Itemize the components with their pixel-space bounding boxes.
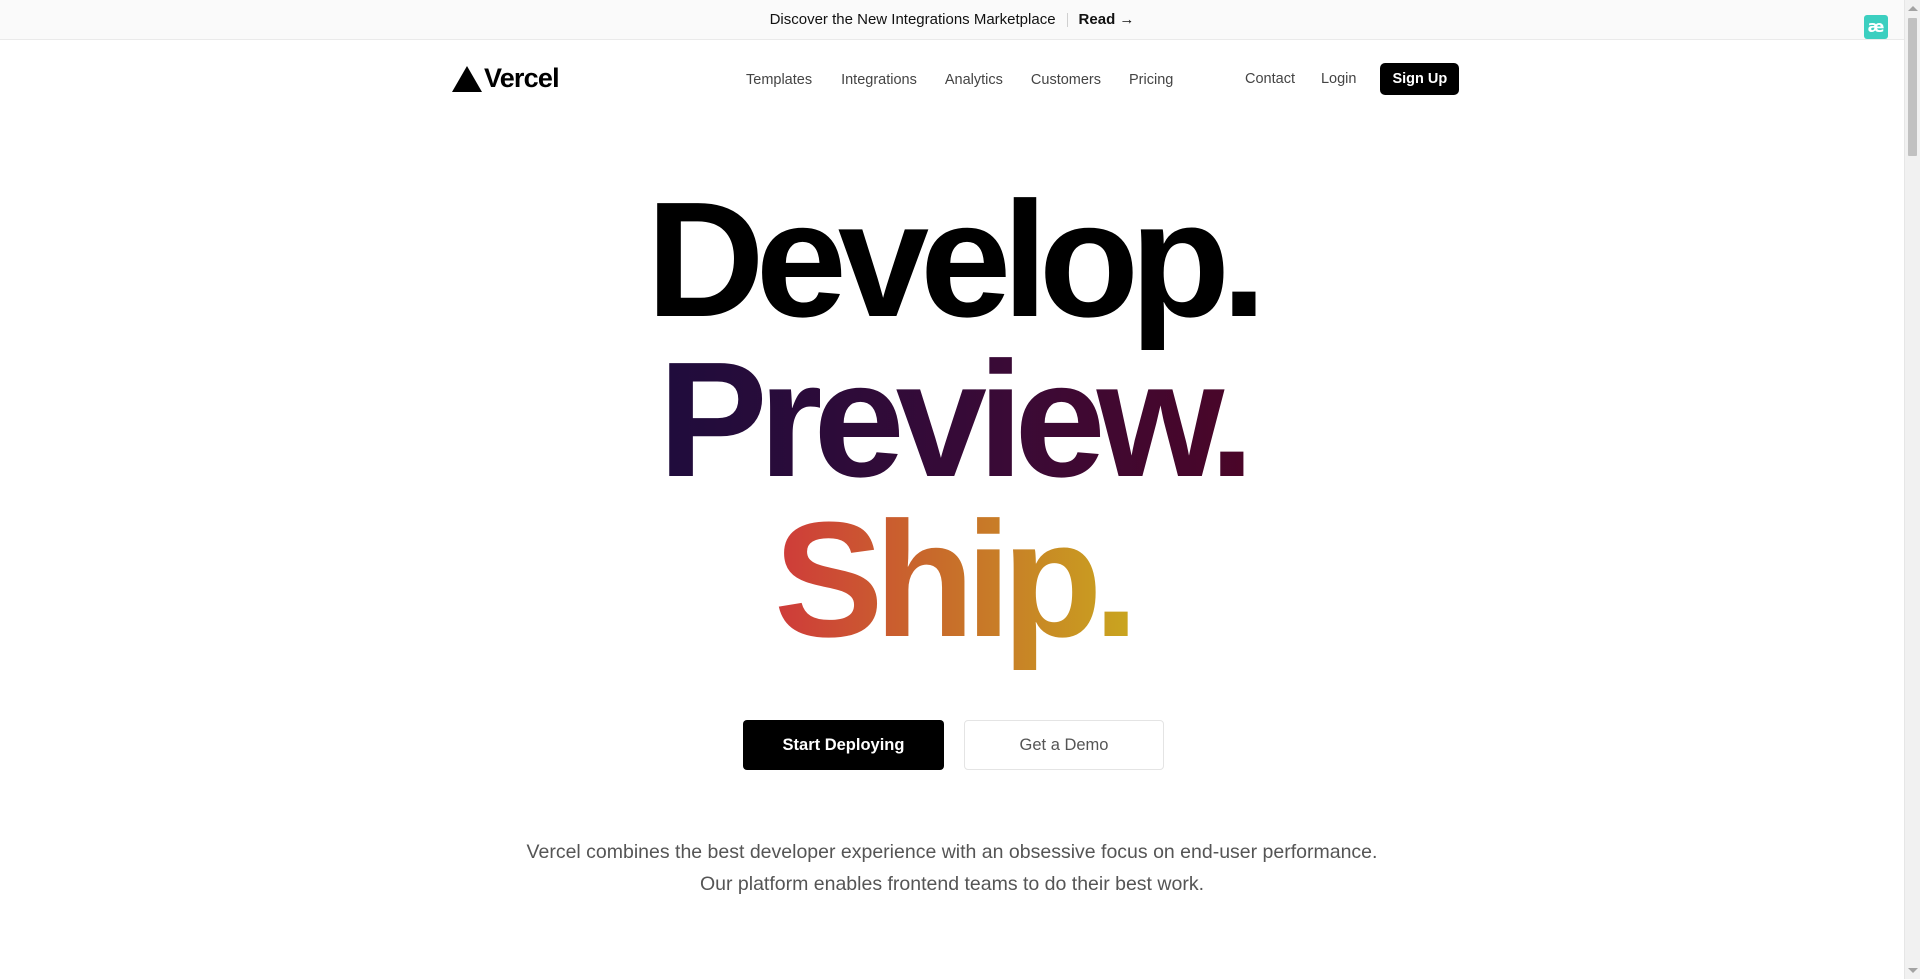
nav-customers[interactable]: Customers — [1031, 72, 1101, 88]
hero-ship: Ship. — [0, 498, 1904, 662]
get-a-demo-button[interactable]: Get a Demo — [964, 720, 1164, 770]
vercel-logo[interactable]: Vercel — [452, 63, 560, 94]
hero-develop: Develop. — [646, 168, 1267, 351]
site-header: Vercel Templates Integrations Analytics … — [0, 40, 1904, 120]
start-deploying-button[interactable]: Start Deploying — [743, 720, 944, 770]
scrollbar-thumb[interactable] — [1908, 18, 1917, 156]
vercel-triangle-icon — [452, 65, 482, 92]
sign-up-button[interactable]: Sign Up — [1380, 63, 1460, 95]
nav-login[interactable]: Login — [1321, 71, 1356, 87]
banner-divider — [1066, 12, 1068, 27]
page-scrollbar[interactable] — [1904, 0, 1920, 979]
hero-ship-text: Ship. — [774, 488, 1139, 671]
hero-description: Vercel combines the best developer exper… — [0, 836, 1904, 900]
scroll-up-arrow-icon[interactable] — [1908, 6, 1918, 11]
main-nav: Templates Integrations Analytics Custome… — [746, 72, 1173, 88]
browser-extension-icon[interactable]: æ — [1864, 15, 1888, 39]
banner-read-link[interactable]: Read → — [1079, 11, 1135, 28]
description-line-1: Vercel combines the best developer exper… — [526, 841, 1378, 863]
nav-integrations[interactable]: Integrations — [841, 72, 917, 88]
nav-contact[interactable]: Contact — [1245, 71, 1295, 87]
nav-analytics[interactable]: Analytics — [945, 72, 1003, 88]
scroll-down-arrow-icon[interactable] — [1908, 968, 1918, 973]
hero-preview: Preview. — [0, 338, 1904, 502]
nav-pricing[interactable]: Pricing — [1129, 72, 1173, 88]
banner-message: Discover the New Integrations Marketplac… — [769, 11, 1056, 28]
announcement-banner: Discover the New Integrations Marketplac… — [0, 0, 1904, 40]
page: Discover the New Integrations Marketplac… — [0, 0, 1920, 979]
nav-templates[interactable]: Templates — [746, 72, 812, 88]
logo-text: Vercel — [484, 63, 560, 93]
hero-preview-text: Preview. — [658, 328, 1254, 511]
description-line-2: Our platform enables frontend teams to d… — [699, 873, 1204, 895]
header-actions: Contact Login Sign Up — [1245, 63, 1460, 95]
